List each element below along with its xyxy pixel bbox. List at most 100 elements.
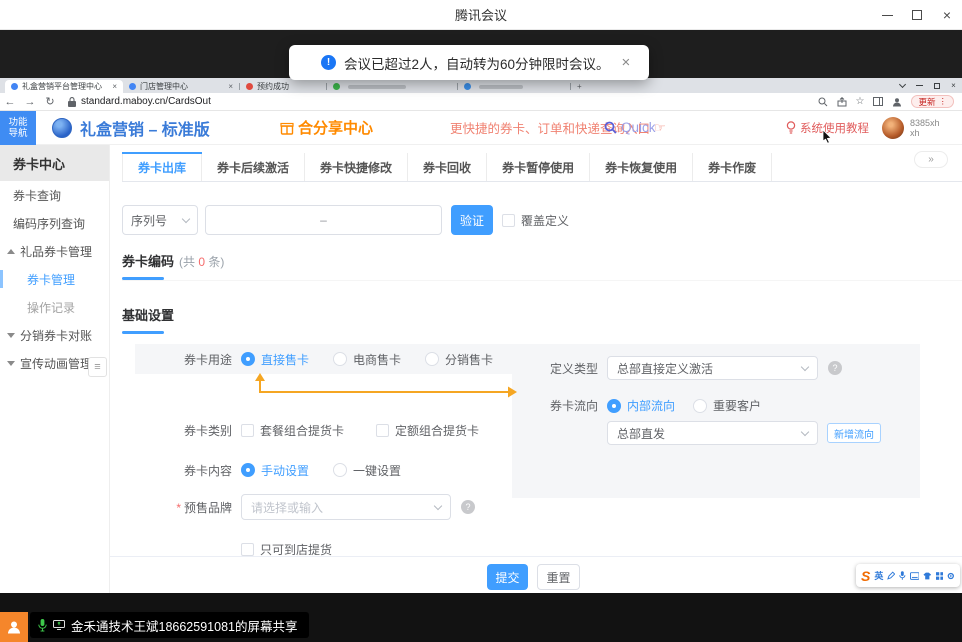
side-panel-icon[interactable]: [873, 97, 883, 106]
tab-card-outbound[interactable]: 券卡出库: [122, 153, 202, 181]
radio-ecommerce-sale[interactable]: 电商售卡: [333, 351, 401, 368]
menu-dots-icon[interactable]: ⋮: [939, 96, 948, 107]
lock-icon: [68, 97, 76, 107]
minimize-button[interactable]: [872, 0, 902, 30]
browser-tab-5[interactable]: [458, 80, 570, 93]
radio-icon[interactable]: [333, 463, 347, 477]
presale-brand-select[interactable]: 请选择或输入: [241, 494, 451, 520]
sidebar-item-code-sequence-query[interactable]: 编码序列查询: [0, 209, 109, 237]
checkbox-icon[interactable]: [241, 424, 254, 437]
override-define-checkbox-row[interactable]: 覆盖定义: [502, 212, 569, 229]
sidebar-group-distribution-reconcile[interactable]: 分销券卡对账: [0, 321, 109, 349]
flow-select[interactable]: 总部直发: [607, 421, 818, 445]
user-avatar[interactable]: [882, 117, 904, 139]
tab-title-placeholder: [348, 85, 406, 89]
sidebar-item-label: 分销券卡对账: [20, 327, 92, 344]
sidebar-item-card-query[interactable]: 券卡查询: [0, 181, 109, 209]
quick-label: Quick: [621, 120, 656, 135]
radio-direct-sale[interactable]: 直接售卡: [241, 351, 309, 368]
checkbox-icon[interactable]: [376, 424, 389, 437]
forward-button[interactable]: →: [20, 96, 40, 108]
add-flow-button[interactable]: 新增流向: [827, 423, 881, 443]
maximize-button[interactable]: [902, 0, 932, 30]
quick-search-link[interactable]: Quick: [604, 120, 656, 135]
checkbox-store-pickup-only[interactable]: 只可到店提货: [241, 541, 332, 558]
card-flow-row: 券卡流向 内部流向 重要客户: [512, 397, 785, 414]
radio-important-customer[interactable]: 重要客户: [693, 397, 761, 414]
tab-close-icon[interactable]: ×: [112, 82, 117, 91]
tabs-more-button[interactable]: »: [914, 151, 948, 168]
define-type-select[interactable]: 总部直接定义激活: [607, 356, 818, 380]
verify-button[interactable]: 验证: [451, 205, 493, 235]
radio-checked-icon[interactable]: [607, 399, 621, 413]
radio-one-click-setup[interactable]: 一键设置: [333, 462, 401, 479]
tab-card-recall[interactable]: 券卡回收: [408, 153, 487, 181]
address-bar[interactable]: standard.maboy.cn/CardsOut: [68, 96, 211, 107]
ime-mode-toggle[interactable]: 英: [874, 569, 883, 582]
radio-internal-flow[interactable]: 内部流向: [607, 397, 675, 414]
pen-icon[interactable]: [887, 571, 895, 580]
tab-search-button[interactable]: [894, 78, 911, 93]
bookmark-star-icon[interactable]: ☆: [856, 96, 865, 107]
back-button[interactable]: ←: [0, 96, 20, 108]
sogou-logo-icon[interactable]: S: [861, 569, 870, 583]
browser-tab-4[interactable]: [327, 80, 457, 93]
tab-close-icon[interactable]: ×: [228, 82, 233, 91]
sidebar-item-label: 礼品券卡管理: [20, 243, 92, 260]
sidebar-item-card-management[interactable]: 券卡管理: [0, 265, 109, 293]
radio-distribution-sale[interactable]: 分销售卡: [425, 351, 493, 368]
checkbox-icon[interactable]: [241, 543, 254, 556]
share-center-link[interactable]: 合分享中心: [280, 117, 373, 138]
close-button[interactable]: ×: [932, 0, 962, 30]
chrome-update-button[interactable]: 更新 ⋮: [911, 95, 954, 108]
update-label: 更新: [918, 96, 935, 108]
site-favicon: [11, 83, 18, 90]
checkbox-icon[interactable]: [502, 214, 515, 227]
profile-icon[interactable]: [892, 97, 902, 107]
settings-wrench-icon[interactable]: [947, 572, 955, 580]
browser-tab-1[interactable]: 礼盒营销平台管理中心 ×: [5, 80, 123, 93]
checkbox-label: 只可到店提货: [260, 541, 332, 558]
submit-button[interactable]: 提交: [487, 564, 528, 590]
sidebar-collapse-handle[interactable]: ≡: [88, 357, 107, 377]
tab-card-activate[interactable]: 券卡后续激活: [202, 153, 305, 181]
radio-checked-icon[interactable]: [241, 463, 255, 477]
browser-tab-3[interactable]: 预约成功: [240, 80, 326, 93]
tab-card-void[interactable]: 券卡作废: [693, 153, 772, 181]
tab-card-quick-edit[interactable]: 券卡快捷修改: [305, 153, 408, 181]
sidebar-group-gift-card-mgmt[interactable]: 礼品券卡管理: [0, 237, 109, 265]
tab-card-suspend[interactable]: 券卡暂停使用: [487, 153, 590, 181]
serial-type-select[interactable]: 序列号: [122, 205, 198, 235]
browser-close-button[interactable]: ×: [945, 78, 962, 93]
browser-tab-2[interactable]: 门店管理中心 ×: [123, 80, 239, 93]
reset-button[interactable]: 重置: [537, 564, 580, 590]
new-tab-button[interactable]: +: [571, 80, 589, 93]
toolbox-grid-icon[interactable]: [936, 572, 944, 580]
card-usage-row: 券卡用途 直接售卡 电商售卡 分销售卡: [122, 345, 517, 373]
checkbox-fixed-combo-card[interactable]: 定额组合提货卡: [376, 422, 479, 439]
serial-range-input[interactable]: –: [205, 205, 442, 235]
nav-toggle-button[interactable]: 功能 导航: [0, 111, 36, 145]
sidebar-item-operation-log[interactable]: 操作记录: [0, 293, 109, 321]
skin-shirt-icon[interactable]: [923, 572, 932, 580]
basic-settings-title: 基础设置: [122, 305, 174, 324]
reload-button[interactable]: ↻: [40, 95, 60, 108]
tab-card-resume[interactable]: 券卡恢复使用: [590, 153, 693, 181]
radio-icon[interactable]: [425, 352, 439, 366]
radio-icon[interactable]: [333, 352, 347, 366]
mic-icon[interactable]: [899, 571, 906, 580]
browser-maximize-button[interactable]: [928, 78, 945, 93]
help-icon[interactable]: ?: [461, 500, 475, 514]
share-icon[interactable]: [837, 97, 847, 107]
screen-share-badge[interactable]: 金禾通技术王斌18662591081的屏幕共享: [30, 612, 309, 638]
ime-toolbar[interactable]: S 英: [856, 564, 960, 587]
zoom-icon[interactable]: [818, 97, 828, 107]
checkbox-package-combo-card[interactable]: 套餐组合提货卡: [241, 422, 344, 439]
toast-close-icon[interactable]: ×: [622, 55, 631, 70]
radio-icon[interactable]: [693, 399, 707, 413]
browser-minimize-button[interactable]: [911, 78, 928, 93]
keyboard-icon[interactable]: [910, 572, 920, 580]
radio-checked-icon[interactable]: [241, 352, 255, 366]
help-icon[interactable]: ?: [828, 361, 842, 375]
radio-manual-setup[interactable]: 手动设置: [241, 462, 309, 479]
